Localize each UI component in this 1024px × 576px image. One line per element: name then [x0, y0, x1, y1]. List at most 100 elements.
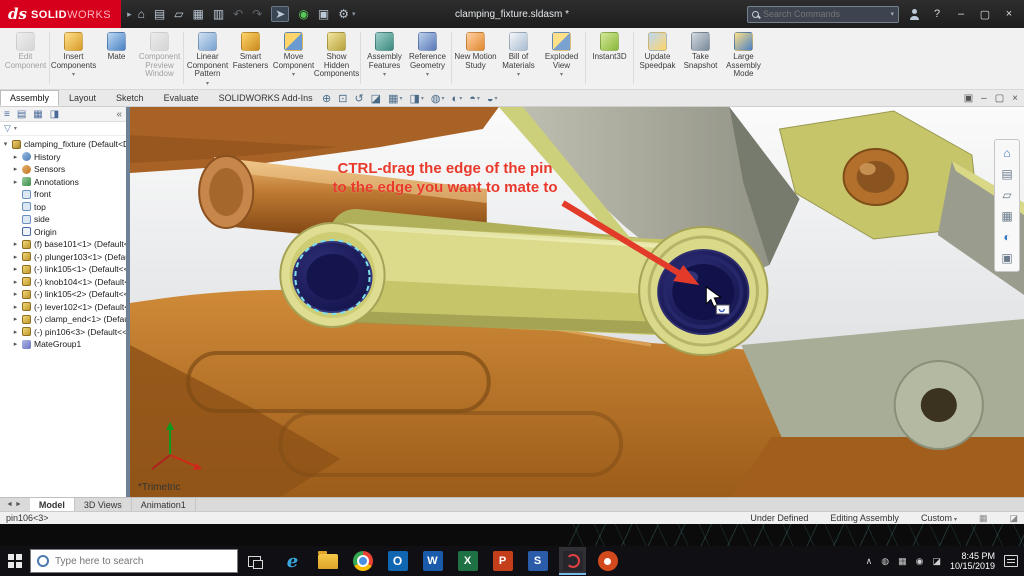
options-dropdown-icon[interactable]: ▾ — [352, 10, 356, 18]
restore-document-icon[interactable]: ▢ — [995, 93, 1004, 104]
taskbar-clock[interactable]: 8:45 PM 10/15/2019 — [950, 551, 995, 571]
tree-item-sensors[interactable]: ▸ Sensors — [0, 163, 126, 176]
component-preview-window-button[interactable]: Component Preview Window — [138, 31, 181, 79]
tab-solidworks-add-ins[interactable]: SOLIDWORKS Add-Ins — [209, 90, 323, 106]
tab-evaluate[interactable]: Evaluate — [154, 90, 209, 106]
reference-geometry-button[interactable]: Reference Geometry ▾ — [406, 31, 449, 78]
edit-component-button[interactable]: Edit Component — [4, 31, 47, 70]
undo-icon[interactable]: ↶ — [233, 7, 243, 21]
tab-3d-views[interactable]: 3D Views — [75, 498, 132, 511]
scroll-next-icon[interactable]: ► — [15, 501, 22, 508]
exploded-view-button[interactable]: Exploded View ▾ — [540, 31, 583, 78]
help-button[interactable]: ? — [930, 8, 944, 20]
tray-chevron-icon[interactable]: ∧ — [866, 556, 873, 567]
tab-assembly[interactable]: Assembly — [0, 90, 60, 106]
featuremanager-tree-icon[interactable]: ≡ — [4, 109, 10, 120]
section-view-icon[interactable]: ◪ — [371, 92, 381, 105]
print-icon[interactable]: ▥ — [213, 7, 224, 21]
tree-item-front-plane[interactable]: front — [0, 188, 126, 201]
restore-group-icon[interactable]: ▣ — [964, 93, 973, 104]
dropdown-icon[interactable]: ▾ — [206, 80, 209, 87]
minimize-document-icon[interactable]: – — [981, 93, 987, 104]
instant3d-button[interactable]: Instant3D — [588, 31, 631, 62]
graphics-area[interactable]: CTRL-drag the edge of the pin to the edg… — [130, 107, 1024, 497]
taskbar-app-solidworks[interactable] — [559, 547, 586, 575]
save-icon[interactable]: ▦ — [192, 7, 203, 21]
onedrive-icon[interactable]: ◍ — [881, 556, 889, 567]
tree-item-plunger103[interactable]: ▸ (-) plunger103<1> (Defaul — [0, 251, 126, 264]
home-icon[interactable]: ⌂ — [138, 7, 145, 21]
custom-properties-icon[interactable]: ▣ — [1001, 251, 1012, 265]
filter-dropdown-icon[interactable]: ▾ — [14, 125, 17, 132]
tree-item-base101[interactable]: ▸ (f) base101<1> (Default<< — [0, 238, 126, 251]
tree-item-clamp-end[interactable]: ▸ (-) clamp_end<1> (Default — [0, 313, 126, 326]
minimize-button[interactable]: – — [954, 8, 968, 20]
command-search[interactable]: ▾ — [747, 5, 899, 23]
zoom-fit-icon[interactable]: ⊕ — [322, 92, 331, 105]
view-orientation-icon[interactable]: ▦ ▾ — [388, 92, 402, 105]
search-dropdown-icon[interactable]: ▾ — [890, 10, 894, 18]
tree-item-knob104[interactable]: ▸ (-) knob104<1> (Default<< — [0, 276, 126, 289]
zoom-area-icon[interactable]: ⊡ — [338, 92, 347, 105]
dropdown-icon[interactable]: ▾ — [426, 71, 429, 78]
status-tag-icon[interactable]: ▦ — [979, 513, 988, 524]
hide-show-items-icon[interactable]: ◍ ▾ — [431, 92, 445, 105]
propertymanager-icon[interactable]: ▤ — [17, 109, 26, 120]
redo-icon[interactable]: ↷ — [252, 7, 262, 21]
solidworks-resources-icon[interactable]: ⌂ — [1003, 146, 1010, 160]
new-document-icon[interactable]: ▤ — [154, 7, 165, 21]
taskbar-app-snagit[interactable] — [524, 547, 551, 575]
new-motion-study-button[interactable]: New Motion Study — [454, 31, 497, 70]
tree-item-top-plane[interactable]: top — [0, 201, 126, 214]
dropdown-icon[interactable]: ▾ — [383, 71, 386, 78]
select-icon[interactable]: ➤ — [271, 6, 290, 22]
tree-item-history[interactable]: ▸ History — [0, 151, 126, 164]
tree-item-lever102[interactable]: ▸ (-) lever102<1> (Default<< — [0, 301, 126, 314]
close-document-icon[interactable]: × — [1012, 93, 1018, 104]
tree-item-pin106[interactable]: ▸ (-) pin106<3> (Default<< — [0, 326, 126, 339]
tab-sketch[interactable]: Sketch — [106, 90, 154, 106]
view-palette-icon[interactable]: ▦ — [1001, 209, 1012, 223]
displaymanager-icon[interactable]: ◨ — [50, 109, 59, 120]
unit-system-dropdown[interactable]: Custom ▾ — [921, 513, 957, 523]
tree-item-annotations[interactable]: ▸ Annotations — [0, 176, 126, 189]
dropdown-icon[interactable]: ▾ — [560, 71, 563, 78]
assembly-features-button[interactable]: Assembly Features ▾ — [363, 31, 406, 78]
search-commands-input[interactable] — [763, 9, 887, 19]
edit-appearance-icon[interactable]: ◐ ▾ — [452, 93, 463, 105]
security-icon[interactable]: ▦ — [898, 556, 907, 567]
user-account-icon[interactable] — [909, 8, 920, 20]
tree-item-link105-1[interactable]: ▸ (-) link105<1> (Default<<[ — [0, 263, 126, 276]
options-gear-icon[interactable]: ⚙ — [338, 7, 349, 21]
taskbar-app-camtasia[interactable] — [594, 547, 621, 575]
appearances-scenes-icon[interactable]: ◐ — [1003, 230, 1010, 244]
apply-scene-icon[interactable]: ◓ ▾ — [469, 93, 480, 105]
taskbar-app-chrome[interactable] — [349, 547, 376, 575]
volume-icon[interactable]: ◪ — [932, 556, 941, 567]
taskbar-app-word[interactable] — [419, 547, 446, 575]
take-snapshot-button[interactable]: Take Snapshot — [679, 31, 722, 70]
insert-components-button[interactable]: Insert Components ▾ — [51, 31, 96, 78]
view-settings-icon[interactable]: ◒ ▾ — [487, 93, 498, 105]
dropdown-icon[interactable]: ▾ — [72, 71, 75, 78]
tree-item-side-plane[interactable]: side — [0, 213, 126, 226]
dropdown-icon[interactable]: ▾ — [517, 71, 520, 78]
tree-item-origin[interactable]: Origin — [0, 226, 126, 239]
file-properties-icon[interactable]: ▣ — [318, 7, 329, 21]
previous-view-icon[interactable]: ↺ — [354, 92, 363, 105]
status-panel-icon[interactable]: ◪ — [1009, 513, 1018, 524]
tab-model[interactable]: Model — [29, 498, 75, 511]
tree-item-mategroup1[interactable]: ▸ MateGroup1 — [0, 338, 126, 351]
update-speedpak-button[interactable]: Update Speedpak — [636, 31, 679, 70]
show-hidden-components-button[interactable]: Show Hidden Components — [314, 31, 359, 79]
panel-collapse-icon[interactable]: « — [116, 109, 122, 120]
mate-button[interactable]: Mate — [95, 31, 138, 62]
close-button[interactable]: × — [1002, 8, 1016, 20]
dropdown-icon[interactable]: ▾ — [292, 71, 295, 78]
taskbar-search-input[interactable] — [55, 555, 231, 567]
tab-animation1[interactable]: Animation1 — [132, 498, 196, 511]
configurationmanager-icon[interactable]: ▦ — [33, 109, 42, 120]
restore-button[interactable]: ▢ — [978, 8, 992, 21]
tree-item-assembly-root[interactable]: ▾ clamping_fixture (Default<Dis — [0, 138, 126, 151]
taskbar-app-powerpoint[interactable] — [489, 547, 516, 575]
